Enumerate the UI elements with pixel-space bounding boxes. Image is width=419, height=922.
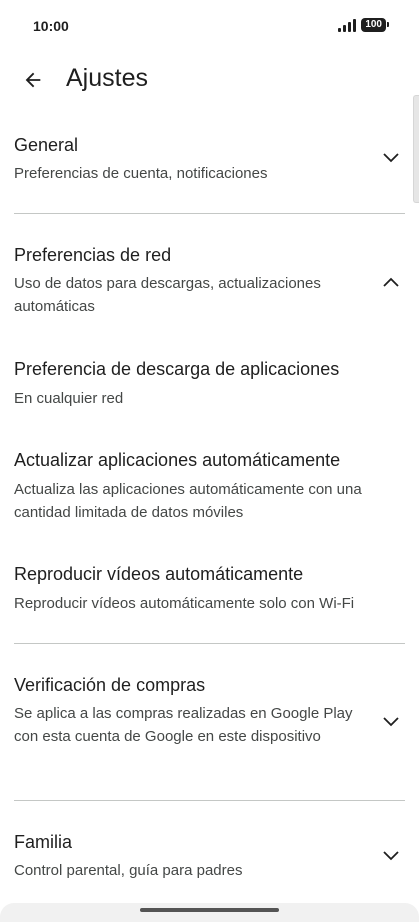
settings-purchase-verification-subtitle: Se aplica a las compras realizadas en Go… — [14, 705, 353, 745]
setting-autoplay-videos[interactable]: Reproducir vídeos automáticamente Reprod… — [0, 557, 419, 619]
chevron-down-icon[interactable] — [381, 712, 401, 732]
status-bar: 10:00 100 — [0, 0, 419, 52]
setting-autoplay-videos-title: Reproducir vídeos automáticamente — [14, 564, 304, 584]
settings-purchase-verification-title: Verificación de compras — [14, 675, 206, 695]
chevron-down-icon[interactable] — [381, 148, 401, 168]
app-bar: Ajustes — [0, 55, 419, 105]
status-icons: 100 — [338, 18, 389, 32]
settings-purchase-verification[interactable]: Verificación de compras Se aplica a las … — [0, 668, 419, 778]
gesture-navigation-bar[interactable] — [140, 908, 279, 912]
page-title: Ajustes — [66, 64, 148, 92]
setting-download-preference-title: Preferencia de descarga de aplicaciones — [14, 359, 340, 379]
settings-network[interactable]: Preferencias de red Uso de datos para de… — [0, 238, 419, 323]
setting-download-preference[interactable]: Preferencia de descarga de aplicaciones … — [0, 352, 419, 414]
setting-auto-update[interactable]: Actualizar aplicaciones automáticamente … — [0, 443, 419, 528]
settings-network-subtitle: Uso de datos para descargas, actualizaci… — [14, 275, 321, 315]
settings-family-title: Familia — [14, 832, 73, 852]
setting-auto-update-subtitle: Actualiza las aplicaciones automáticamen… — [14, 481, 362, 521]
settings-family-subtitle: Control parental, guía para padres — [14, 862, 243, 879]
settings-network-title: Preferencias de red — [14, 245, 172, 265]
setting-autoplay-videos-subtitle: Reproducir vídeos automáticamente solo c… — [14, 595, 355, 612]
battery-icon: 100 — [361, 18, 389, 32]
divider — [14, 213, 405, 214]
settings-general[interactable]: General Preferencias de cuenta, notifica… — [0, 128, 419, 198]
chevron-down-icon[interactable] — [381, 846, 401, 866]
divider — [14, 800, 405, 801]
settings-general-title: General — [14, 135, 79, 155]
signal-icon — [338, 18, 357, 32]
bottom-edge — [0, 903, 419, 922]
settings-general-subtitle: Preferencias de cuenta, notificaciones — [14, 165, 268, 182]
status-time: 10:00 — [33, 18, 69, 34]
settings-family[interactable]: Familia Control parental, guía para padr… — [0, 825, 419, 890]
back-button[interactable] — [16, 63, 50, 97]
divider — [14, 643, 405, 644]
arrow-back-icon — [25, 72, 41, 88]
setting-auto-update-title: Actualizar aplicaciones automáticamente — [14, 450, 341, 470]
setting-download-preference-value: En cualquier red — [14, 390, 124, 407]
chevron-up-icon[interactable] — [381, 272, 401, 292]
